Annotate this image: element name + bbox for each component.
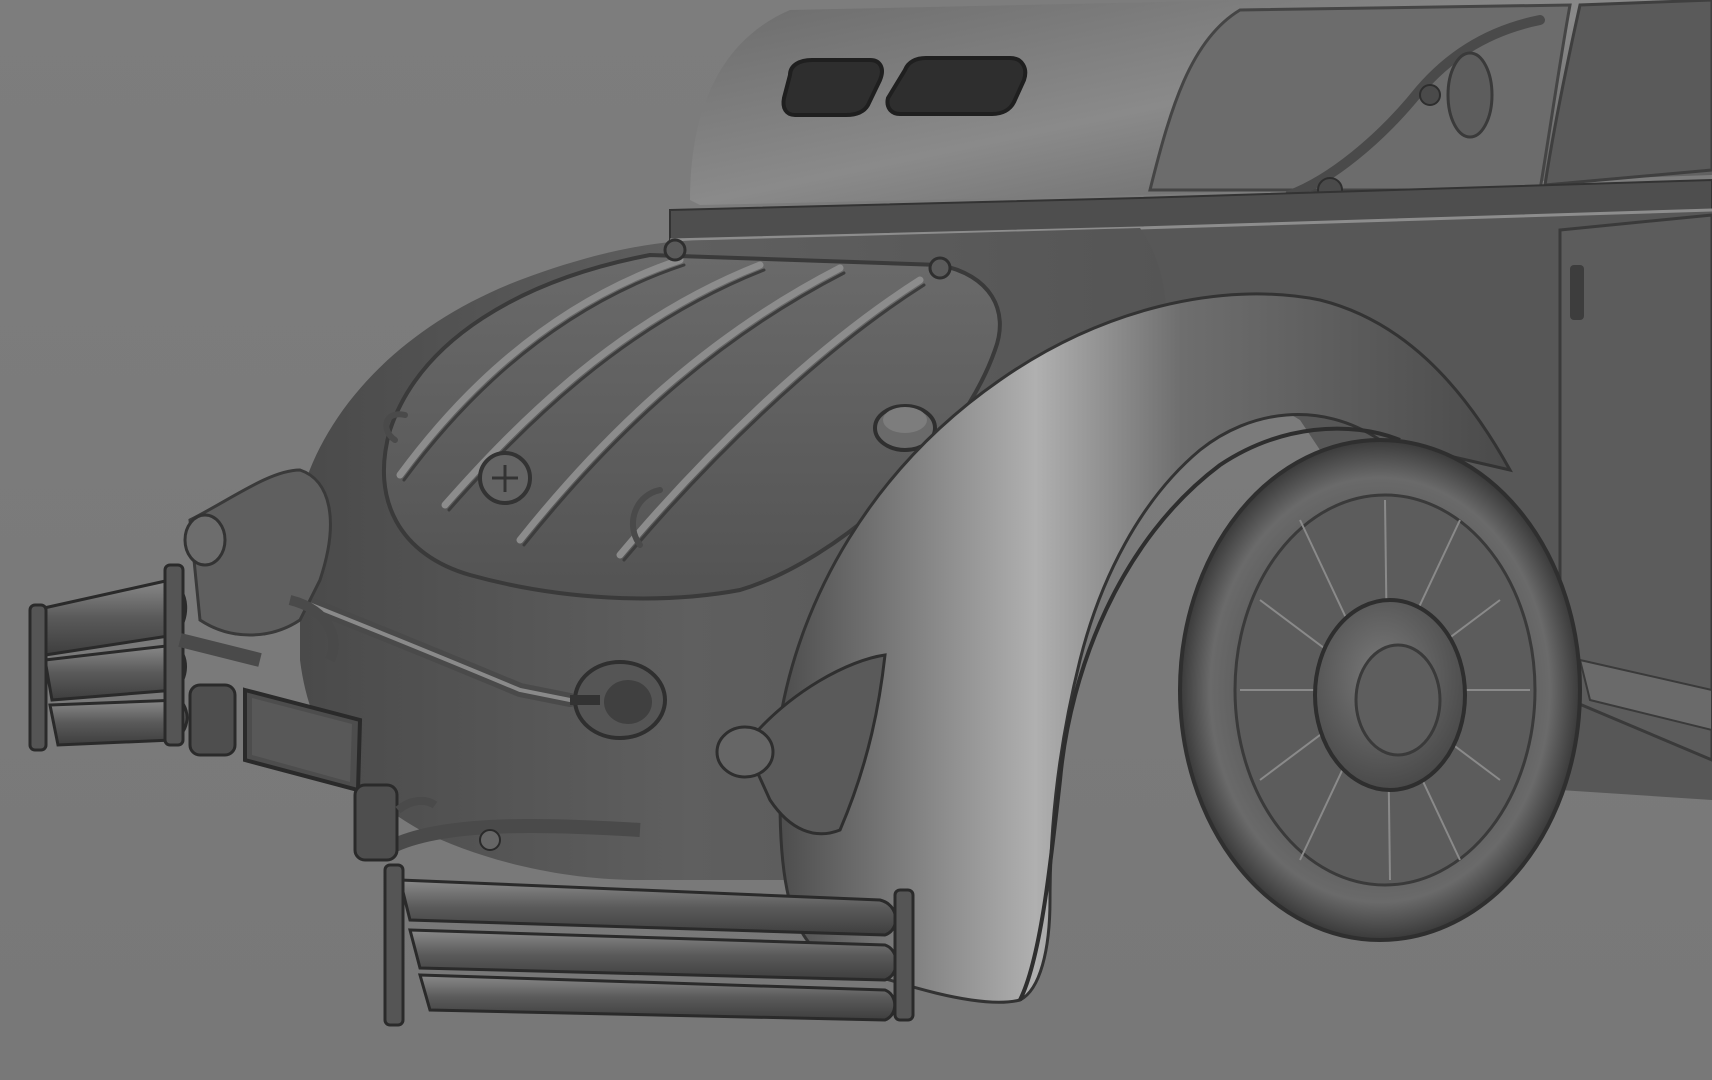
rear-window-left <box>781 58 884 117</box>
car-render <box>0 0 1712 1080</box>
trunk-hinge-right <box>928 256 952 280</box>
bumper-overrider-right <box>353 783 399 862</box>
landau-emblem <box>1446 51 1494 139</box>
door-handle <box>1570 265 1584 320</box>
rear-wheel <box>1178 438 1582 942</box>
trunk-hinge-left <box>663 238 687 262</box>
rear-window-right <box>885 56 1028 116</box>
bumper-guard-left <box>163 563 185 747</box>
bumper-guard-right <box>893 888 915 1022</box>
right-tail-lamp <box>715 725 775 779</box>
3d-viewport[interactable] <box>0 0 1712 1080</box>
left-tail-lamp <box>183 513 227 567</box>
bumper-overrider-left <box>188 683 237 757</box>
